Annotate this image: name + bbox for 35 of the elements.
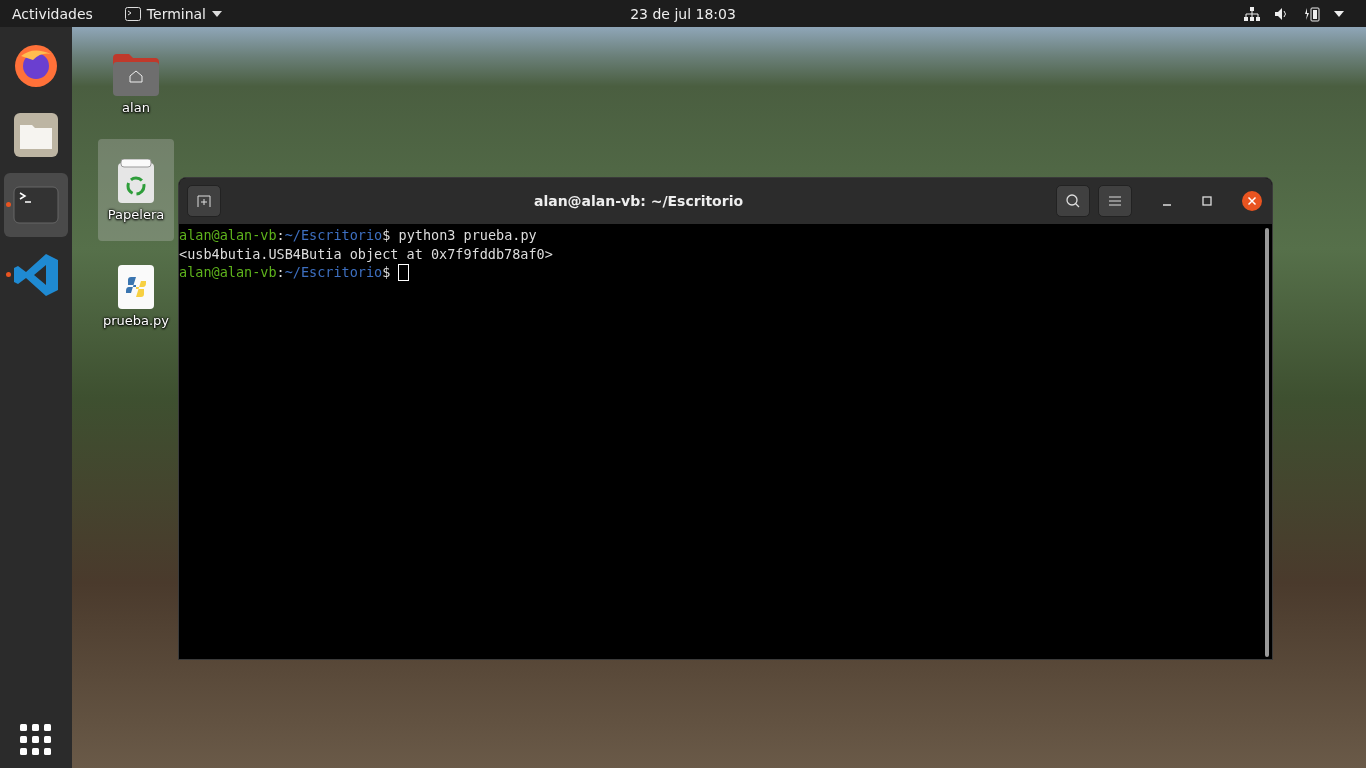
caret-icon bbox=[212, 10, 222, 17]
python-file-icon bbox=[118, 264, 154, 309]
new-tab-icon bbox=[197, 195, 211, 207]
app-menu[interactable]: Terminal bbox=[124, 5, 222, 22]
code-editor-icon bbox=[14, 254, 58, 296]
desktop-icon[interactable]: prueba.py bbox=[98, 245, 174, 347]
icon-label: prueba.py bbox=[102, 312, 170, 328]
close-icon[interactable] bbox=[1242, 191, 1262, 211]
icon-label: Papelera bbox=[107, 206, 165, 222]
app-grid-icon[interactable] bbox=[20, 724, 52, 756]
command-line: alan@alan-vb:~/Escritorio$ python3 prueba.py bbox=[179, 226, 537, 245]
search-button[interactable] bbox=[1056, 185, 1090, 217]
desktop-icon[interactable]: alan bbox=[98, 33, 174, 135]
recycle-bin-icon bbox=[118, 158, 154, 203]
menu-button[interactable] bbox=[1098, 185, 1132, 217]
home-folder-icon bbox=[113, 53, 159, 96]
search-icon bbox=[1066, 194, 1080, 208]
fox-globe-icon bbox=[13, 42, 59, 88]
battery-icon[interactable] bbox=[1304, 5, 1320, 22]
terminal-icon bbox=[124, 6, 141, 21]
new-tab-button[interactable] bbox=[187, 185, 221, 217]
activities-button[interactable]: Actividades bbox=[0, 5, 105, 22]
folder-icon bbox=[14, 113, 58, 157]
caret-icon[interactable] bbox=[1334, 10, 1344, 17]
window-title: alan@alan-vb: ~/Escritorio bbox=[532, 193, 745, 209]
icon-label: alan bbox=[122, 99, 150, 115]
scrollbar[interactable] bbox=[1265, 228, 1269, 657]
output-line: <usb4butia.USB4Butia object at 0x7f9fddb78af0> bbox=[179, 244, 553, 263]
maximize-icon[interactable] bbox=[1202, 196, 1212, 206]
terminal-icon bbox=[13, 186, 59, 224]
clock[interactable]: 23 de jul 18:03 bbox=[630, 5, 736, 22]
menu-icon bbox=[1109, 196, 1121, 206]
network-icon[interactable] bbox=[1244, 6, 1260, 21]
command-line: alan@alan-vb:~/Escritorio$ bbox=[179, 263, 391, 282]
desktop-icon[interactable]: Papelera bbox=[98, 139, 174, 241]
